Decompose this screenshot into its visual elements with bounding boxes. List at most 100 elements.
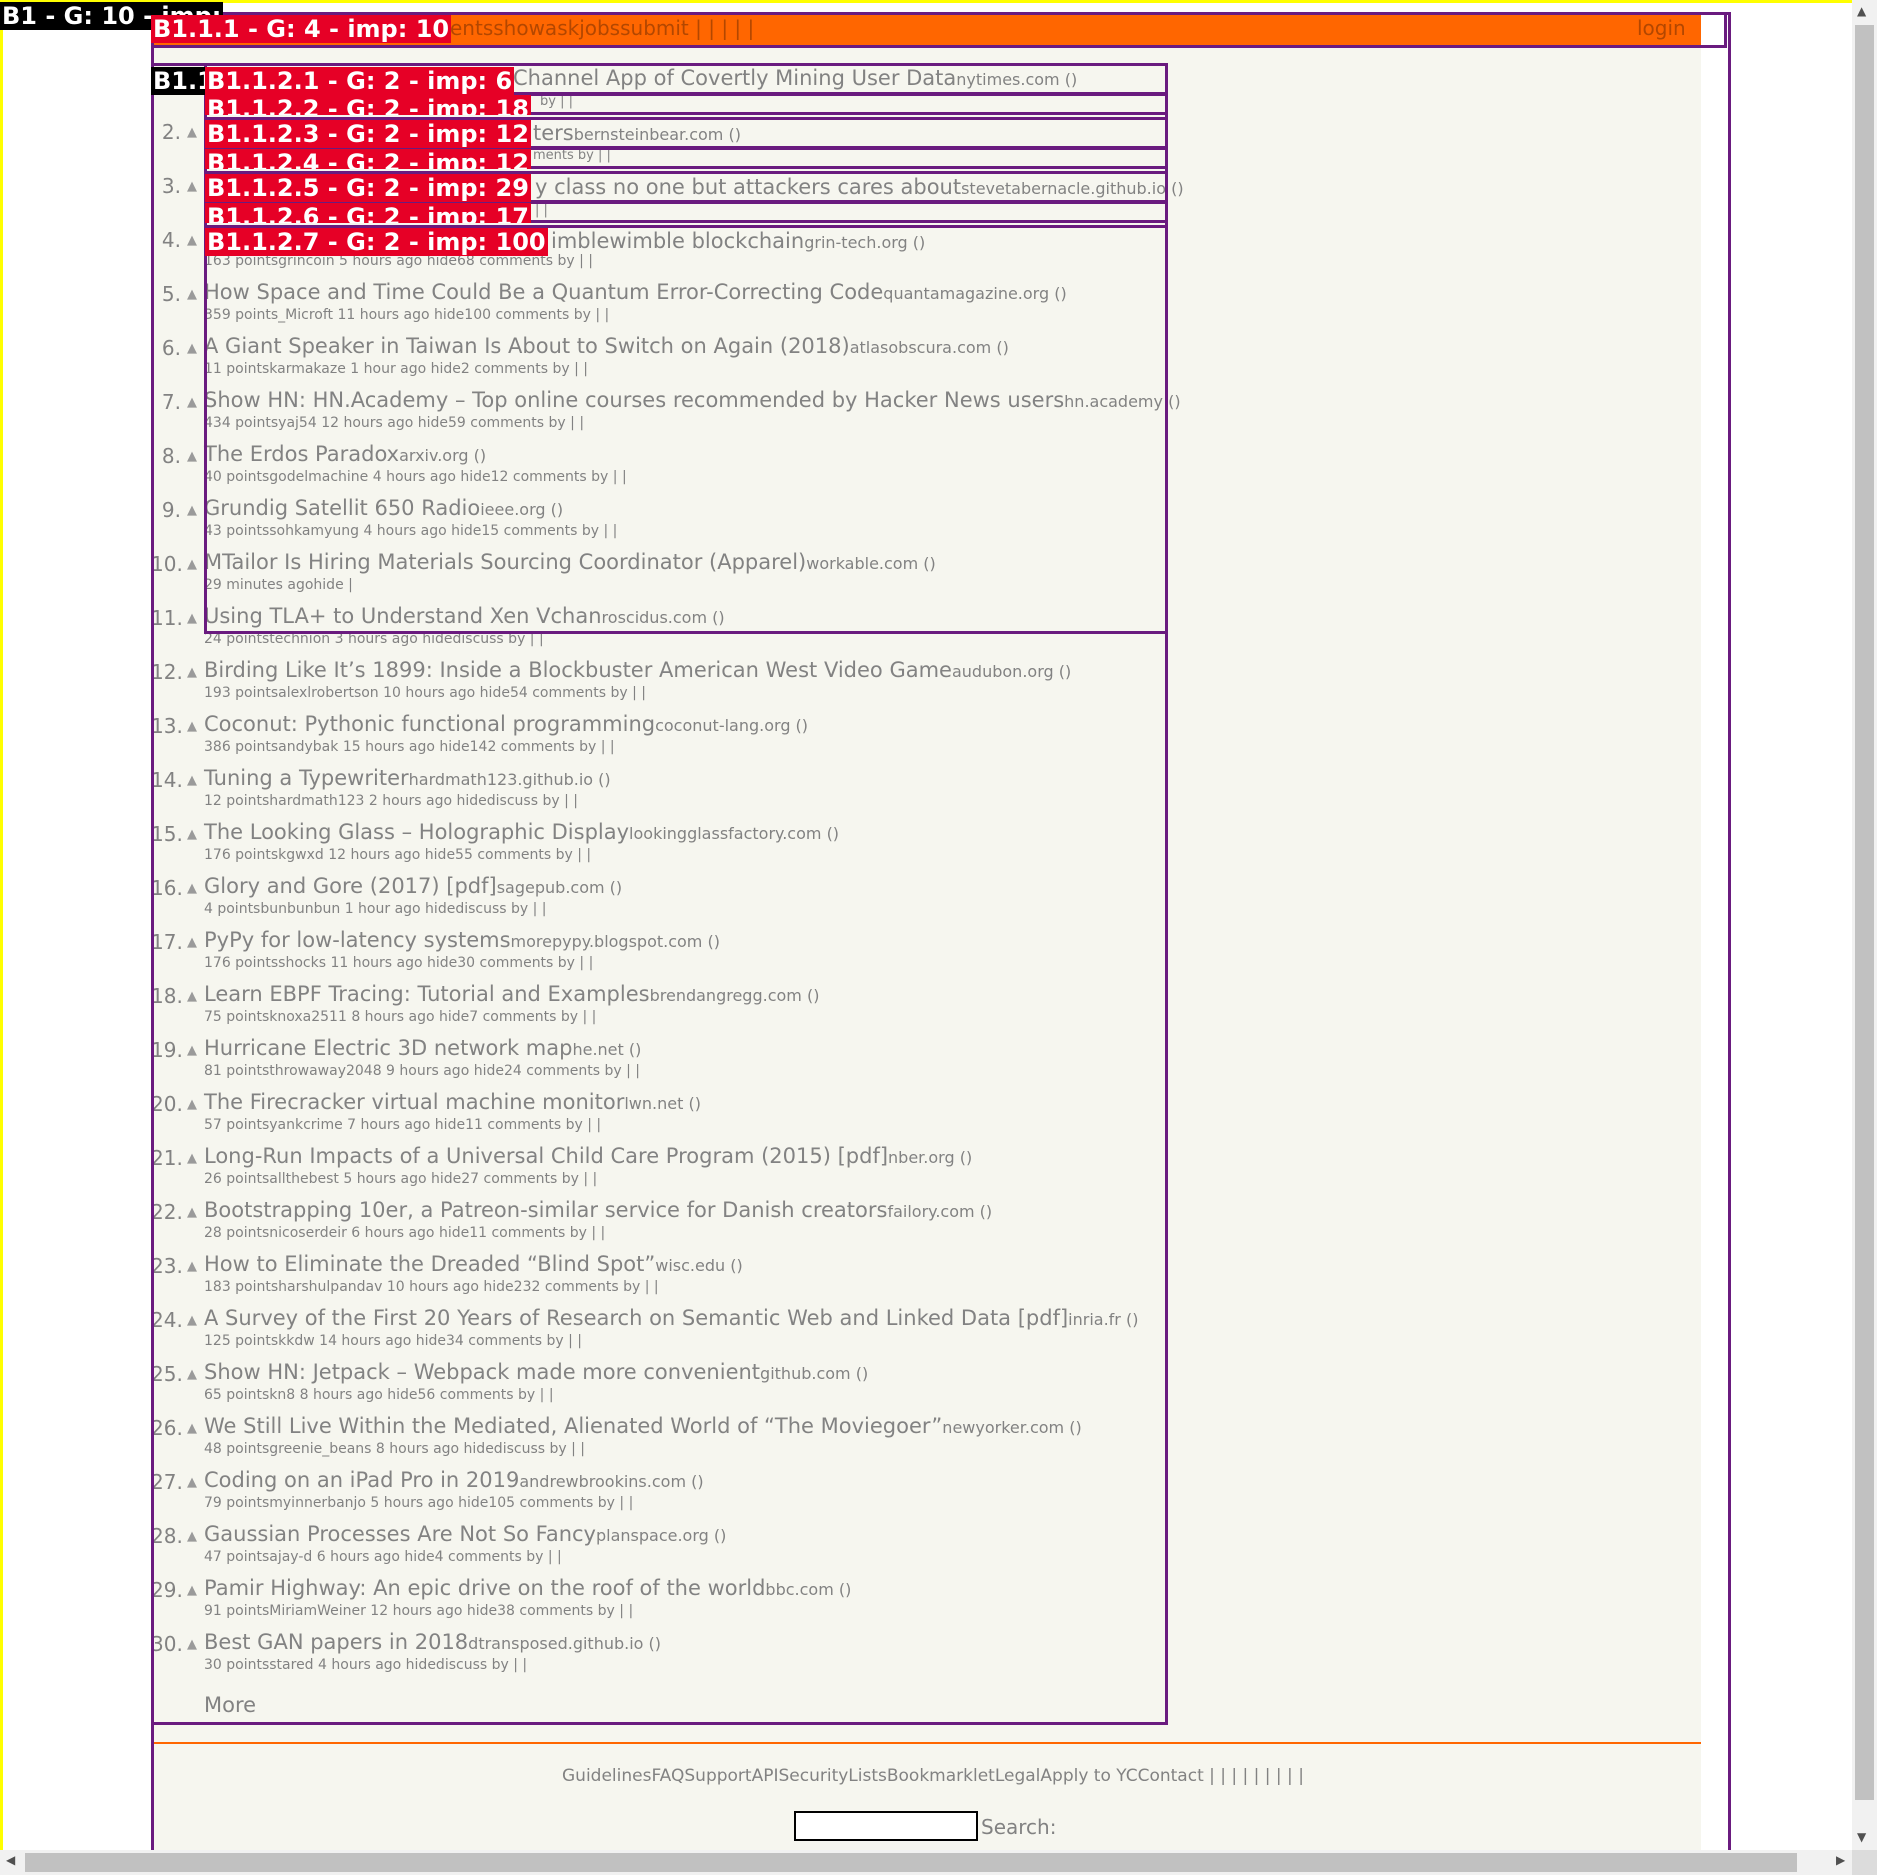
story-site[interactable]: stevetabernacle.github.io (): [961, 179, 1183, 198]
story-site[interactable]: hardmath123.github.io (): [409, 770, 611, 789]
story-site[interactable]: ieee.org (): [480, 500, 563, 519]
upvote-arrow-icon[interactable]: ▲: [187, 827, 197, 842]
story-title[interactable]: Hurricane Electric 3D network maphe.net …: [204, 1036, 641, 1060]
story-title[interactable]: Birding Like It’s 1899: Inside a Blockbu…: [204, 658, 1071, 682]
story-site[interactable]: newyorker.com (): [942, 1418, 1081, 1437]
story-title[interactable]: Using TLA+ to Understand Xen Vchanroscid…: [204, 604, 725, 628]
story-site[interactable]: morepypy.blogspot.com (): [511, 932, 720, 951]
story-site[interactable]: dtransposed.github.io (): [468, 1634, 661, 1653]
story-title[interactable]: A Survey of the First 20 Years of Resear…: [204, 1306, 1138, 1330]
scroll-right-arrow-icon[interactable]: ▶: [1836, 1853, 1845, 1867]
story-title[interactable]: How Space and Time Could Be a Quantum Er…: [204, 280, 1067, 304]
footer-links[interactable]: GuidelinesFAQSupportAPISecurityListsBook…: [562, 1766, 1304, 1786]
scroll-up-arrow-icon[interactable]: ▲: [1857, 4, 1866, 18]
horizontal-scroll-thumb[interactable]: [25, 1853, 1797, 1872]
story-title[interactable]: We Still Live Within the Mediated, Alien…: [204, 1414, 1082, 1438]
upvote-arrow-icon[interactable]: ▲: [187, 989, 197, 1004]
upvote-arrow-icon[interactable]: ▲: [187, 1367, 197, 1382]
story-site[interactable]: roscidus.com (): [602, 608, 725, 627]
upvote-arrow-icon[interactable]: ▲: [187, 503, 197, 518]
story-site[interactable]: lookingglassfactory.com (): [629, 824, 839, 843]
story-title-1[interactable]: Channel App of Covertly Mining User Data…: [513, 66, 1077, 90]
upvote-arrow-icon[interactable]: ▲: [187, 341, 197, 356]
upvote-arrow-icon[interactable]: ▲: [187, 1097, 197, 1112]
story-title[interactable]: The Erdos Paradoxarxiv.org (): [204, 442, 486, 466]
story-site[interactable]: inria.fr (): [1068, 1310, 1138, 1329]
story-site[interactable]: hn.academy (): [1064, 392, 1180, 411]
story-site[interactable]: quantamagazine.org (): [883, 284, 1066, 303]
story-title[interactable]: Coconut: Pythonic functional programming…: [204, 712, 808, 736]
story-site[interactable]: andrewbrookins.com (): [519, 1472, 703, 1491]
story-site[interactable]: wisc.edu (): [655, 1256, 742, 1275]
scroll-down-arrow-icon[interactable]: ▼: [1857, 1830, 1866, 1844]
story-title-3[interactable]: y class no one but attackers cares about…: [535, 175, 1184, 199]
story-site[interactable]: nber.org (): [888, 1148, 972, 1167]
upvote-arrow-icon[interactable]: ▲: [187, 1637, 197, 1652]
upvote-arrow-icon[interactable]: ▲: [187, 881, 197, 896]
story-site[interactable]: github.com (): [760, 1364, 868, 1383]
story-title[interactable]: Show HN: HN.Academy – Top online courses…: [204, 388, 1181, 412]
upvote-arrow-icon[interactable]: ▲: [187, 1583, 197, 1598]
upvote-arrow-icon[interactable]: ▲: [187, 1313, 197, 1328]
story-site[interactable]: bbc.com (): [765, 1580, 851, 1599]
story-title[interactable]: The Firecracker virtual machine monitorl…: [204, 1090, 701, 1114]
story-title[interactable]: Tuning a Typewriterhardmath123.github.io…: [204, 766, 611, 790]
more-link[interactable]: More: [204, 1693, 256, 1717]
upvote-arrow-icon[interactable]: ▲: [187, 935, 197, 950]
upvote-arrow-icon[interactable]: ▲: [187, 1205, 197, 1220]
story-title[interactable]: A Giant Speaker in Taiwan Is About to Sw…: [204, 334, 1009, 358]
story-site[interactable]: planspace.org (): [596, 1526, 726, 1545]
story-site[interactable]: sagepub.com (): [497, 878, 622, 897]
login-link[interactable]: login: [1637, 16, 1686, 40]
upvote-arrow-icon[interactable]: ▲: [187, 1475, 197, 1490]
story-site[interactable]: he.net (): [572, 1040, 641, 1059]
vertical-scroll-thumb[interactable]: [1855, 25, 1874, 1800]
nav-links[interactable]: entsshowaskjobssubmit | | | | |: [450, 16, 754, 40]
story-title[interactable]: How to Eliminate the Dreaded “Blind Spot…: [204, 1252, 743, 1276]
story-title-4[interactable]: imblewimble blockchaingrin-tech.org (): [551, 229, 925, 253]
upvote-arrow-icon[interactable]: ▲: [187, 287, 197, 302]
story-site[interactable]: atlasobscura.com (): [850, 338, 1009, 357]
story-title[interactable]: Gaussian Processes Are Not So Fancyplans…: [204, 1522, 726, 1546]
story-title[interactable]: Coding on an iPad Pro in 2019andrewbrook…: [204, 1468, 704, 1492]
story-title[interactable]: Best GAN papers in 2018dtransposed.githu…: [204, 1630, 661, 1654]
upvote-arrow-icon[interactable]: ▲: [187, 1529, 197, 1544]
story-title[interactable]: Learn EBPF Tracing: Tutorial and Example…: [204, 982, 819, 1006]
story-site[interactable]: grin-tech.org (): [804, 233, 925, 252]
story-title[interactable]: Pamir Highway: An epic drive on the roof…: [204, 1576, 851, 1600]
upvote-arrow-icon[interactable]: ▲: [187, 773, 197, 788]
story-site[interactable]: workable.com (): [806, 554, 936, 573]
story-title[interactable]: Grundig Satellit 650 Radioieee.org (): [204, 496, 563, 520]
scroll-left-arrow-icon[interactable]: ◀: [6, 1853, 15, 1867]
upvote-arrow-icon[interactable]: ▲: [187, 125, 197, 140]
story-title[interactable]: Show HN: Jetpack – Webpack made more con…: [204, 1360, 868, 1384]
upvote-arrow-icon[interactable]: ▲: [187, 1421, 197, 1436]
story-title[interactable]: Bootstrapping 10er, a Patreon-similar se…: [204, 1198, 992, 1222]
story-title[interactable]: The Looking Glass – Holographic Displayl…: [204, 820, 839, 844]
upvote-arrow-icon[interactable]: ▲: [187, 1151, 197, 1166]
story-site[interactable]: arxiv.org (): [399, 446, 486, 465]
story-site[interactable]: lwn.net (): [624, 1094, 701, 1113]
upvote-arrow-icon[interactable]: ▲: [187, 179, 197, 194]
upvote-arrow-icon[interactable]: ▲: [187, 557, 197, 572]
story-title-2[interactable]: tersbernsteinbear.com (): [533, 121, 741, 145]
upvote-arrow-icon[interactable]: ▲: [187, 719, 197, 734]
story-title[interactable]: Long-Run Impacts of a Universal Child Ca…: [204, 1144, 972, 1168]
story-title[interactable]: Glory and Gore (2017) [pdf]sagepub.com (…: [204, 874, 622, 898]
story-site[interactable]: nytimes.com (): [956, 70, 1077, 89]
story-site[interactable]: failory.com (): [887, 1202, 992, 1221]
upvote-arrow-icon[interactable]: ▲: [187, 1043, 197, 1058]
search-input[interactable]: [794, 1811, 978, 1841]
story-site[interactable]: audubon.org (): [952, 662, 1071, 681]
upvote-arrow-icon[interactable]: ▲: [187, 611, 197, 626]
story-title[interactable]: PyPy for low-latency systemsmorepypy.blo…: [204, 928, 720, 952]
upvote-arrow-icon[interactable]: ▲: [187, 665, 197, 680]
story-title[interactable]: MTailor Is Hiring Materials Sourcing Coo…: [204, 550, 936, 574]
story-site[interactable]: bernsteinbear.com (): [574, 125, 741, 144]
upvote-arrow-icon[interactable]: ▲: [187, 1259, 197, 1274]
upvote-arrow-icon[interactable]: ▲: [187, 449, 197, 464]
upvote-arrow-icon[interactable]: ▲: [187, 233, 197, 248]
story-site[interactable]: coconut-lang.org (): [655, 716, 808, 735]
upvote-arrow-icon[interactable]: ▲: [187, 395, 197, 410]
story-site[interactable]: brendangregg.com (): [650, 986, 820, 1005]
